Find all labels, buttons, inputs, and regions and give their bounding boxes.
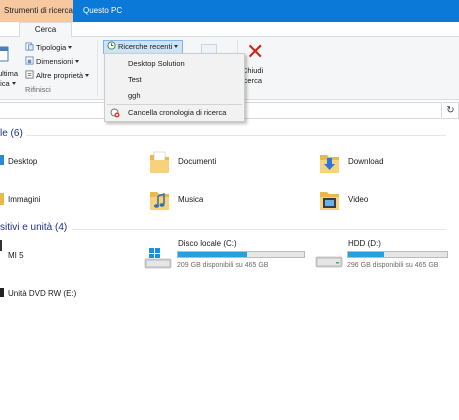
download-folder-icon bbox=[320, 155, 339, 173]
desktop-icon bbox=[0, 155, 4, 165]
close-label-line2: icerca bbox=[242, 76, 263, 85]
close-search-button[interactable]: ✕ Chiudi icerca bbox=[240, 40, 274, 90]
drive-c-usage-fill bbox=[178, 252, 248, 257]
drive-c-free-space: 209 GB disponibili su 465 GB bbox=[177, 262, 269, 269]
device-item-mi5[interactable]: MI 5 bbox=[8, 251, 24, 260]
video-folder-icon bbox=[320, 192, 339, 210]
section-divider bbox=[26, 135, 446, 136]
clear-history-icon bbox=[110, 108, 120, 118]
device-item-dvd[interactable]: Unità DVD RW (E:) bbox=[8, 289, 76, 298]
size-button[interactable]: Dimensioni bbox=[25, 55, 80, 68]
last-modified-label: ultima fica bbox=[0, 69, 18, 89]
drive-d-usage-bar bbox=[347, 251, 448, 258]
recent-searches-button[interactable]: Ricerche recenti bbox=[103, 40, 183, 54]
pictures-folder-icon bbox=[0, 193, 4, 205]
recent-search-item[interactable]: Test bbox=[128, 72, 142, 88]
folder-item-download[interactable]: Download bbox=[348, 157, 384, 166]
recent-searches-icon bbox=[107, 41, 116, 50]
folder-item-video[interactable]: Video bbox=[348, 195, 368, 204]
properties-icon bbox=[25, 70, 34, 79]
window-title: Questo PC bbox=[83, 6, 123, 15]
type-button[interactable]: Tipologia bbox=[25, 41, 73, 54]
recent-searches-label: Ricerche recenti bbox=[118, 42, 173, 51]
devices-section-title[interactable]: sitivi e unità (4) bbox=[0, 222, 67, 233]
other-properties-button[interactable]: Altre proprietà bbox=[25, 69, 90, 82]
tab-search[interactable]: Cerca bbox=[19, 22, 72, 38]
last-modified-line2: fica bbox=[0, 79, 18, 89]
clear-history-label: Cancella cronologia di ricerca bbox=[128, 108, 227, 117]
music-folder-icon bbox=[150, 192, 169, 210]
folders-section-title[interactable]: le (6) bbox=[0, 128, 23, 139]
windows-drive-icon bbox=[144, 248, 172, 269]
calendar-icon bbox=[0, 46, 9, 62]
clear-search-history-item[interactable]: Cancella cronologia di ricerca bbox=[105, 105, 244, 121]
drive-c-usage-bar bbox=[177, 251, 305, 258]
dvd-drive-icon bbox=[0, 288, 4, 297]
folder-item-pictures[interactable]: Immagini bbox=[8, 195, 40, 204]
drive-d-free-space: 296 GB disponibili su 465 GB bbox=[347, 262, 439, 269]
recent-searches-dropdown: Desktop Solution Test ggh Cancella crono… bbox=[104, 53, 245, 122]
other-properties-label: Altre proprietà bbox=[36, 71, 84, 80]
refresh-button[interactable]: ↻ bbox=[443, 102, 459, 119]
folder-item-music[interactable]: Musica bbox=[178, 195, 203, 204]
section-divider bbox=[72, 229, 446, 230]
hard-drive-icon bbox=[315, 256, 343, 268]
close-search-label: Chiudi icerca bbox=[242, 66, 263, 86]
drive-d-usage-fill bbox=[348, 252, 384, 257]
refine-group-label: Rifinisci bbox=[25, 85, 51, 94]
type-label: Tipologia bbox=[36, 43, 67, 52]
recent-search-item[interactable]: Desktop Solution bbox=[128, 56, 185, 72]
size-icon bbox=[25, 56, 34, 65]
phone-icon bbox=[0, 240, 2, 251]
ribbon-separator bbox=[97, 40, 98, 96]
last-modified-line1: ultima bbox=[0, 69, 19, 78]
type-icon bbox=[25, 42, 34, 51]
drive-c-label[interactable]: Disco locale (C:) bbox=[178, 239, 237, 248]
recent-search-item[interactable]: ggh bbox=[128, 88, 141, 104]
drive-d-label[interactable]: HDD (D:) bbox=[348, 239, 381, 248]
tab-search-tools[interactable]: Strumenti di ricerca bbox=[0, 0, 73, 22]
close-icon: ✕ bbox=[246, 40, 265, 65]
documents-folder-icon bbox=[150, 151, 169, 173]
folder-item-documents[interactable]: Documenti bbox=[178, 157, 216, 166]
last-modified-button[interactable]: ultima fica bbox=[0, 43, 22, 93]
size-label: Dimensioni bbox=[36, 57, 74, 66]
close-label-line1: Chiudi bbox=[242, 66, 264, 75]
folder-item-desktop[interactable]: Desktop bbox=[8, 157, 37, 166]
